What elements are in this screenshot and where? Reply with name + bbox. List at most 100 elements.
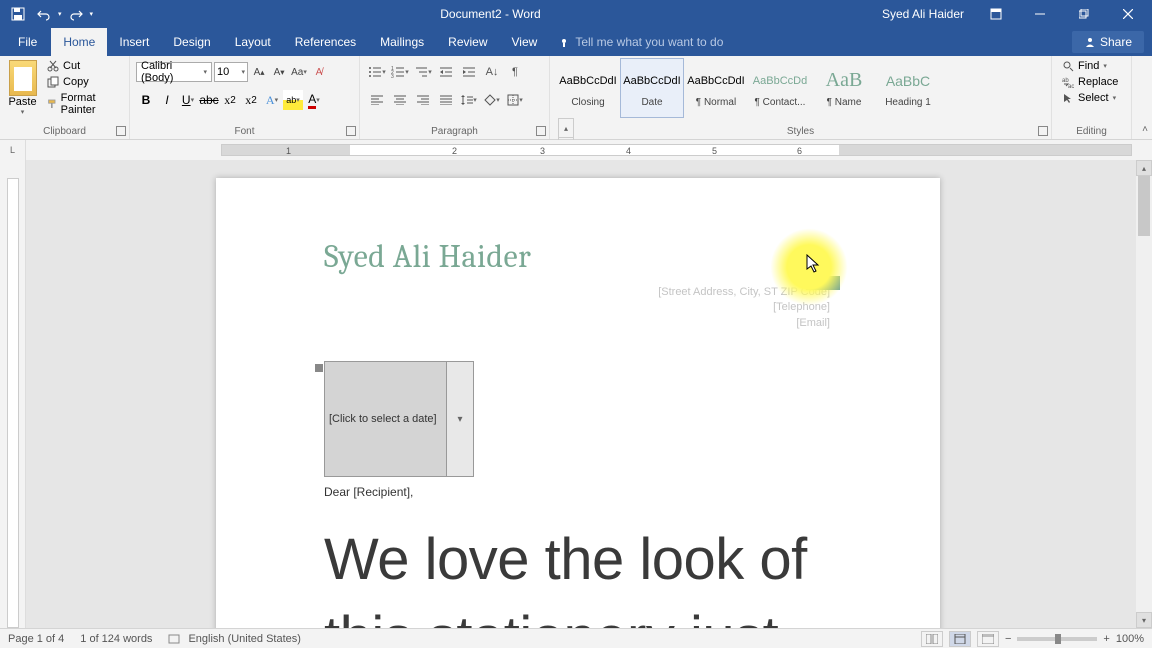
shrink-font-button[interactable]: A▾ [270,62,288,82]
bullets-button[interactable]: ▾ [366,62,388,82]
print-layout-button[interactable] [949,631,971,647]
replace-button[interactable]: abac Replace [1058,74,1125,90]
strikethrough-button[interactable]: abc [199,90,219,110]
vertical-ruler[interactable] [0,160,26,628]
show-marks-button[interactable]: ¶ [504,62,526,82]
tab-design[interactable]: Design [161,28,222,56]
tell-me-search[interactable]: Tell me what you want to do [559,35,723,49]
vertical-scrollbar[interactable]: ▴ ▾ [1136,160,1152,628]
collapse-ribbon-area: ˄ [1132,56,1152,139]
underline-button[interactable]: U▾ [178,90,198,110]
grow-font-button[interactable]: A▴ [250,62,268,82]
telephone-placeholder[interactable]: [Telephone] [324,300,830,315]
zoom-slider[interactable] [1017,637,1097,641]
style-contact[interactable]: AaBbCcDd ¶ Contact... [748,58,812,118]
style-date[interactable]: AaBbCcDdI Date [620,58,684,118]
tab-view[interactable]: View [500,28,550,56]
language-status[interactable]: English (United States) [188,633,301,645]
format-painter-button[interactable]: Format Painter [43,90,123,118]
sort-button[interactable]: A↓ [481,62,503,82]
subscript-button[interactable]: x2 [220,90,240,110]
scroll-thumb[interactable] [1138,176,1150,236]
font-dialog-launcher[interactable] [346,126,356,136]
tab-home[interactable]: Home [51,28,107,56]
change-case-button[interactable]: Aa▾ [290,62,308,82]
undo-dropdown[interactable]: ▾ [58,10,62,18]
find-button[interactable]: Find▾ [1058,58,1125,74]
word-count-status[interactable]: 1 of 124 words [80,633,152,645]
style-name[interactable]: AaB ¶ Name [812,58,876,118]
ribbon-options-button[interactable] [976,0,1016,28]
tab-mailings[interactable]: Mailings [368,28,436,56]
borders-button[interactable]: ▾ [504,90,526,110]
share-label: Share [1100,35,1132,49]
date-picker-control[interactable]: [Click to select a date] ▾ [324,361,474,477]
redo-button[interactable] [64,3,88,25]
select-button[interactable]: Select▾ [1058,90,1125,106]
decrease-indent-button[interactable] [435,62,457,82]
copy-button[interactable]: Copy [43,74,123,90]
paste-button[interactable]: Paste ▾ [6,58,39,122]
bold-button[interactable]: B [136,90,156,110]
greeting-line[interactable]: Dear [Recipient], [324,485,830,499]
line-spacing-button[interactable]: ▾ [458,90,480,110]
italic-button[interactable]: I [157,90,177,110]
page-status[interactable]: Page 1 of 4 [8,633,64,645]
numbering-button[interactable]: 123▾ [389,62,411,82]
shading-button[interactable]: ▾ [481,90,503,110]
content-control-handle-icon[interactable] [315,364,323,372]
justify-button[interactable] [435,90,457,110]
ruler-tab-selector[interactable]: L [0,140,26,160]
superscript-button[interactable]: x2 [241,90,261,110]
paragraph-dialog-launcher[interactable] [536,126,546,136]
align-center-button[interactable] [389,90,411,110]
user-name: Syed Ali Haider [882,7,964,21]
spellcheck-icon[interactable] [168,633,180,645]
align-right-button[interactable] [412,90,434,110]
highlight-button[interactable]: ab▾ [283,90,303,110]
clear-formatting-button[interactable]: A̸ [310,62,328,82]
zoom-in-button[interactable]: + [1103,633,1109,645]
multilevel-list-button[interactable]: ▾ [412,62,434,82]
font-size-combo[interactable]: 10▾ [214,62,248,82]
close-button[interactable] [1108,0,1148,28]
document-page[interactable]: Syed Ali Haider [Street Address, City, S… [216,178,940,628]
read-mode-button[interactable] [921,631,943,647]
web-layout-button[interactable] [977,631,999,647]
copy-icon [47,76,59,88]
align-left-button[interactable] [366,90,388,110]
zoom-level[interactable]: 100% [1116,633,1144,645]
email-placeholder[interactable]: [Email] [324,316,830,331]
font-color-button[interactable]: A▾ [304,90,324,110]
tab-references[interactable]: References [283,28,368,56]
tab-layout[interactable]: Layout [223,28,283,56]
body-paragraph[interactable]: We love the look of this stationery just… [324,521,830,628]
save-button[interactable] [6,3,30,25]
cut-button[interactable]: Cut [43,58,123,74]
collapse-ribbon-button[interactable]: ˄ [1142,124,1148,135]
style-normal[interactable]: AaBbCcDdI ¶ Normal [684,58,748,118]
undo-button[interactable] [32,3,56,25]
date-dropdown-button[interactable]: ▾ [447,362,473,476]
styles-dialog-launcher[interactable] [1038,126,1048,136]
tab-insert[interactable]: Insert [107,28,161,56]
zoom-out-button[interactable]: − [1005,633,1011,645]
street-placeholder[interactable]: [Street Address, City, ST ZIP Code] [324,285,830,300]
style-heading1[interactable]: AaBbC Heading 1 [876,58,940,118]
horizontal-ruler[interactable]: 1 2 3 4 5 6 [26,140,1152,160]
increase-indent-button[interactable] [458,62,480,82]
scroll-up-button[interactable]: ▴ [1136,160,1152,176]
maximize-button[interactable] [1064,0,1104,28]
minimize-button[interactable] [1020,0,1060,28]
font-name-combo[interactable]: Calibri (Body)▾ [136,62,212,82]
style-closing[interactable]: AaBbCcDdI Closing [556,58,620,118]
qat-customize[interactable]: ▾ [90,10,94,18]
text-effects-button[interactable]: A▾ [262,90,282,110]
scroll-down-button[interactable]: ▾ [1136,612,1152,628]
share-button[interactable]: Share [1072,31,1144,53]
file-tab[interactable]: File [4,28,51,56]
font-group-label: Font [130,126,359,137]
paragraph-group-label: Paragraph [360,126,549,137]
clipboard-dialog-launcher[interactable] [116,126,126,136]
tab-review[interactable]: Review [436,28,499,56]
